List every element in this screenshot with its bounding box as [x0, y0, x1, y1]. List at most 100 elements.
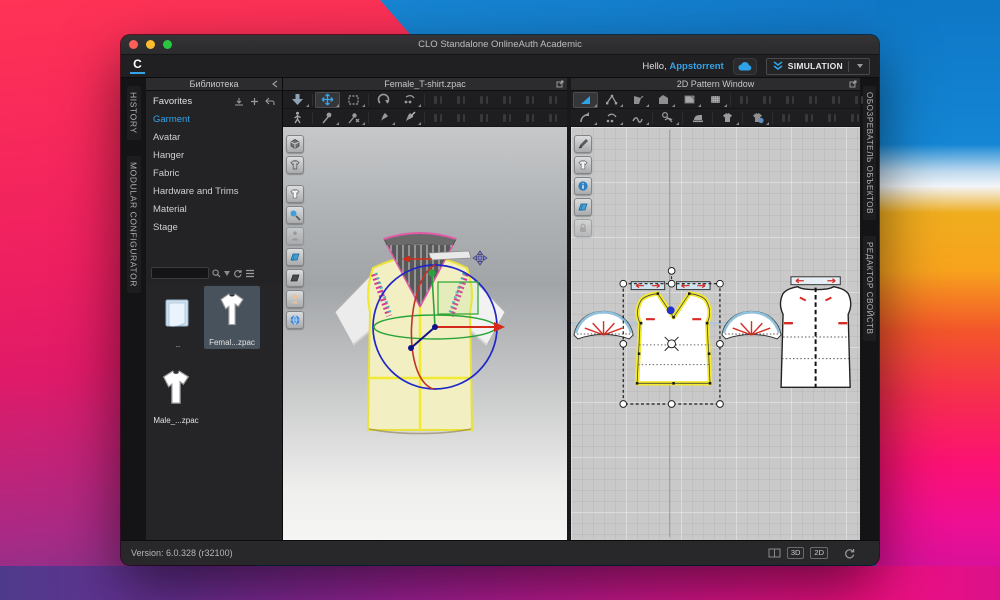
- tool-disabled: [733, 93, 755, 107]
- add-icon[interactable]: [250, 97, 259, 106]
- show-3d-garment-icon[interactable]: [286, 135, 304, 153]
- refresh-icon[interactable]: [233, 269, 242, 278]
- tool-mn-sewing[interactable]: [625, 110, 650, 126]
- show-garment-icon[interactable]: [286, 185, 304, 203]
- clo-logo[interactable]: C: [130, 58, 145, 74]
- close-button[interactable]: [129, 40, 138, 49]
- toggle-2d-button[interactable]: 2D: [810, 547, 828, 559]
- back-arrow-icon[interactable]: [265, 97, 275, 106]
- toggle-3d-button[interactable]: 3D: [787, 547, 805, 559]
- file-tile-female-tshirt[interactable]: Femal...zpac: [204, 286, 260, 349]
- tool-edit-pattern[interactable]: [599, 92, 624, 108]
- library-item-fabric[interactable]: Fabric: [146, 164, 282, 182]
- download-icon[interactable]: [234, 97, 244, 107]
- library-item-stage[interactable]: Stage: [146, 218, 282, 236]
- show-fabric-icon[interactable]: [574, 198, 592, 216]
- library-item-material[interactable]: Material: [146, 200, 282, 218]
- library-favorites-row[interactable]: Favorites: [146, 91, 282, 110]
- file-tile-male-tshirt[interactable]: Male_...zpac: [148, 364, 204, 425]
- simulation-dropdown-caret[interactable]: [857, 64, 863, 68]
- tool-edit-curve[interactable]: [625, 92, 650, 108]
- lock-pattern-icon[interactable]: [574, 219, 592, 237]
- username-link[interactable]: Appstorrent: [669, 61, 723, 72]
- list-view-icon[interactable]: [245, 269, 255, 278]
- avatar-head-icon[interactable]: [286, 290, 304, 308]
- show-avatar-icon-disabled[interactable]: [286, 227, 304, 245]
- wallpaper-bottom-band: [0, 566, 1000, 600]
- tab-property-editor[interactable]: РЕДАКТОР СВОЙСТВ: [863, 236, 876, 341]
- tool-move-gizmo[interactable]: [315, 92, 340, 108]
- library-panel: Библиотека Favorites Garment Avatar Hang…: [146, 78, 283, 540]
- show-pattern-dark-icon[interactable]: [286, 269, 304, 287]
- tool-disabled: [496, 93, 518, 107]
- tool-rotate[interactable]: [371, 92, 396, 108]
- tab-modular-configurator[interactable]: MODULAR CONFIGURATOR: [127, 156, 141, 293]
- split-view-icon[interactable]: [768, 548, 781, 558]
- library-search-row: [146, 264, 282, 282]
- tool-segment-sewing[interactable]: [573, 110, 598, 126]
- viewport-2d[interactable]: [571, 127, 860, 540]
- reset-layout-icon[interactable]: [844, 548, 855, 559]
- library-item-hanger[interactable]: Hanger: [146, 146, 282, 164]
- tool-pin[interactable]: [315, 110, 340, 126]
- file-tile-up[interactable]: ..: [150, 288, 206, 349]
- tool-sewing-pin[interactable]: [397, 110, 422, 126]
- popout-icon[interactable]: [849, 80, 857, 88]
- tool-free-sewing[interactable]: [599, 110, 624, 126]
- window-title: CLO Standalone OnlineAuth Academic: [121, 39, 879, 50]
- collapse-panel-icon[interactable]: [271, 80, 279, 88]
- tool-rectangle[interactable]: [677, 92, 702, 108]
- tool-flatten-iron[interactable]: [685, 110, 710, 126]
- tool-show-3d-pattern[interactable]: [745, 110, 770, 126]
- minimize-button[interactable]: [146, 40, 155, 49]
- tool-avatar-walk[interactable]: [285, 110, 310, 126]
- library-item-avatar[interactable]: Avatar: [146, 128, 282, 146]
- library-item-hardware-trims[interactable]: Hardware and Trims: [146, 182, 282, 200]
- tool-disabled: [519, 93, 541, 107]
- tool-sync-garment[interactable]: [715, 110, 740, 126]
- toolbar-2d-row2: [571, 109, 860, 127]
- tool-pin-remove[interactable]: [341, 110, 366, 126]
- pen-tool-icon[interactable]: [574, 135, 592, 153]
- tool-disabled: [825, 93, 847, 107]
- pattern-info-icon[interactable]: [574, 177, 592, 195]
- right-tab-strip: ОБОЗРЕВАТЕЛЬ ОБЪЕКТОВ РЕДАКТОР СВОЙСТВ: [860, 78, 879, 540]
- search-options-caret[interactable]: [224, 271, 230, 276]
- desktop: CLO Standalone OnlineAuth Academic C Hel…: [0, 0, 1000, 600]
- file-label: Male_...zpac: [148, 416, 204, 425]
- search-input[interactable]: [151, 267, 209, 279]
- pattern-sleeve-left: [574, 311, 633, 339]
- pane-2d: 2D Pattern Window: [567, 78, 860, 540]
- tool-grid-pattern[interactable]: [703, 92, 728, 108]
- show-2d-pattern-on-3d-icon[interactable]: [286, 156, 304, 174]
- tool-measure-points[interactable]: [397, 92, 422, 108]
- tool-disabled: [848, 93, 870, 107]
- globe-environment-icon[interactable]: [286, 311, 304, 329]
- show-pattern-mesh-icon[interactable]: [286, 248, 304, 266]
- tool-rect-select[interactable]: [341, 92, 366, 108]
- tab-history[interactable]: HISTORY: [127, 86, 141, 140]
- pattern-sleeve-right: [722, 311, 781, 339]
- pattern-back-bodice: [780, 277, 850, 387]
- show-garment-2d-icon[interactable]: [574, 156, 592, 174]
- tool-detail-sewing[interactable]: [655, 110, 680, 126]
- simulation-button[interactable]: SIMULATION: [766, 58, 870, 75]
- tool-polygon[interactable]: [651, 92, 676, 108]
- viewport-3d[interactable]: [283, 127, 567, 540]
- cloud-sync-button[interactable]: [733, 58, 757, 75]
- tool-tack-on-avatar[interactable]: [371, 110, 396, 126]
- toolbar-3d-row2: [283, 109, 567, 127]
- folder-icon: [150, 288, 206, 340]
- texture-paint-icon[interactable]: [286, 206, 304, 224]
- tool-disabled: [802, 93, 824, 107]
- tool-drop-arrow[interactable]: [285, 92, 310, 108]
- search-icon[interactable]: [212, 269, 221, 278]
- titlebar[interactable]: CLO Standalone OnlineAuth Academic: [121, 35, 879, 55]
- pattern-2d-scene: [571, 127, 860, 540]
- library-item-garment[interactable]: Garment: [146, 110, 282, 128]
- popout-icon[interactable]: [556, 80, 564, 88]
- tool-transform-pattern[interactable]: [573, 92, 598, 108]
- zoom-button[interactable]: [163, 40, 172, 49]
- tool-disabled: [427, 93, 449, 107]
- tool-disabled: [821, 111, 843, 125]
